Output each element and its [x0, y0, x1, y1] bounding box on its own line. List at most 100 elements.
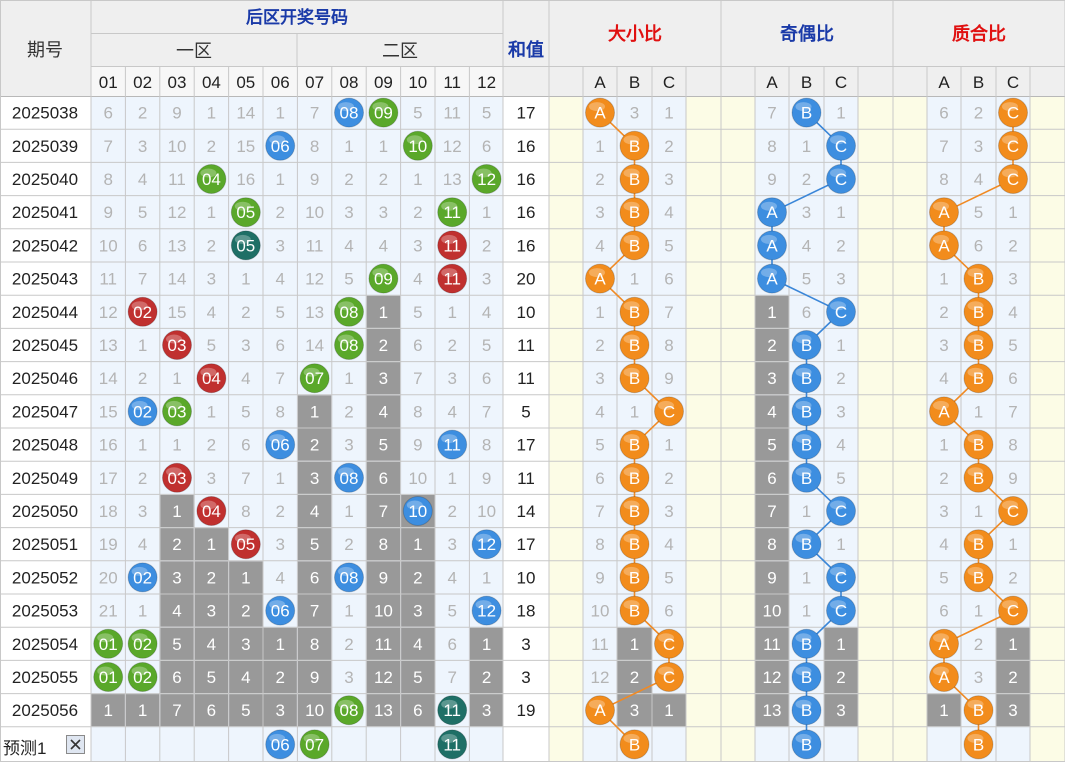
issue-number: 2025053 — [12, 602, 78, 621]
oe-omission-value: 2 — [836, 369, 845, 388]
pc-gray-omission-value: 3 — [1008, 701, 1017, 720]
omission-value: 12 — [443, 137, 462, 156]
gray-omission-value: 5 — [379, 436, 388, 455]
size-omission-value: 1 — [664, 104, 673, 123]
pc-hit-B: B — [973, 336, 984, 355]
oe-omission-value: 1 — [802, 502, 811, 521]
pc-hit-B: B — [973, 469, 984, 488]
close-icon[interactable] — [66, 735, 85, 754]
size-omission-value: 1 — [595, 137, 604, 156]
size-gray-omission-value: 2 — [630, 668, 639, 687]
oe-omission-value: 8 — [767, 137, 776, 156]
size-hit-B: B — [629, 336, 640, 355]
pc-omission-value: 1 — [1008, 535, 1017, 554]
size-hit-B: B — [629, 602, 640, 621]
column-header-03: 03 — [168, 73, 187, 92]
oe-omission-value: 4 — [802, 236, 811, 255]
gray-omission-value: 2 — [207, 568, 216, 587]
drawn-number: 12 — [477, 535, 496, 554]
pc-hit-B: B — [973, 701, 984, 720]
omission-value: 10 — [305, 203, 324, 222]
drawn-number: 03 — [168, 469, 187, 488]
drawn-number: 04 — [202, 502, 221, 521]
omission-value: 13 — [99, 336, 118, 355]
sum-value: 3 — [521, 635, 530, 654]
size-omission-value: 5 — [595, 436, 604, 455]
omission-value: 3 — [275, 236, 284, 255]
gray-omission-value: 1 — [379, 303, 388, 322]
size-omission-value: 2 — [664, 469, 673, 488]
sum-value: 16 — [517, 137, 536, 156]
sum-value: 3 — [521, 668, 530, 687]
omission-value: 12 — [99, 303, 118, 322]
size-omission-value: 3 — [595, 369, 604, 388]
sum-value: 16 — [517, 203, 536, 222]
omission-value: 3 — [344, 203, 353, 222]
omission-value: 8 — [275, 402, 284, 421]
size-hit-A: A — [594, 270, 606, 289]
size-hit-B: B — [629, 236, 640, 255]
drawn-number: 01 — [99, 635, 118, 654]
oe-gray-omission-value: 6 — [767, 469, 776, 488]
oe-column-header-A: A — [766, 73, 778, 92]
pc-omission-value: 6 — [1008, 369, 1017, 388]
gray-omission-value: 3 — [275, 701, 284, 720]
omission-value: 5 — [482, 336, 491, 355]
omission-value: 17 — [99, 469, 118, 488]
omission-value: 10 — [168, 137, 187, 156]
column-header-06: 06 — [271, 73, 290, 92]
omission-value: 10 — [99, 236, 118, 255]
sum-value: 17 — [517, 535, 536, 554]
omission-value: 4 — [379, 236, 388, 255]
oe-hit-B: B — [801, 336, 812, 355]
gray-omission-value: 2 — [379, 336, 388, 355]
pc-omission-value: 5 — [1008, 336, 1017, 355]
omission-value: 19 — [99, 535, 118, 554]
pc-omission-value: 6 — [939, 104, 948, 123]
omission-value: 2 — [138, 104, 147, 123]
issue-number: 2025039 — [12, 137, 78, 156]
size-hit-C: C — [663, 402, 675, 421]
omission-value: 3 — [447, 369, 456, 388]
omission-value: 20 — [99, 568, 118, 587]
gray-omission-value: 11 — [375, 635, 393, 654]
oe-hit-A: A — [766, 236, 778, 255]
pc-omission-value: 1 — [1008, 203, 1017, 222]
pc-omission-value: 2 — [974, 635, 983, 654]
size-hit-B: B — [629, 568, 640, 587]
pc-hit-B: B — [973, 535, 984, 554]
pc-omission-value: 4 — [939, 535, 948, 554]
oe-gray-omission-value: 7 — [767, 502, 776, 521]
omission-value: 1 — [172, 369, 181, 388]
omission-value: 8 — [103, 170, 112, 189]
oe-hit-B: B — [801, 735, 812, 754]
issue-number: 2025049 — [12, 469, 78, 488]
pc-hit-B: B — [973, 436, 984, 455]
pc-gray-omission-value: 2 — [1008, 668, 1017, 687]
omission-value: 8 — [482, 436, 491, 455]
gray-omission-value: 13 — [374, 701, 393, 720]
gray-omission-value: 7 — [172, 701, 181, 720]
issue-number: 2025044 — [12, 303, 78, 322]
pc-hit-C: C — [1007, 104, 1019, 123]
drawn-number: 08 — [340, 303, 359, 322]
omission-value: 1 — [275, 469, 284, 488]
drawn-number: 03 — [168, 336, 187, 355]
gray-omission-value: 4 — [413, 635, 422, 654]
omission-value: 2 — [379, 170, 388, 189]
pc-omission-value: 8 — [939, 170, 948, 189]
oe-hit-B: B — [801, 701, 812, 720]
omission-value: 2 — [207, 137, 216, 156]
omission-value: 2 — [447, 502, 456, 521]
omission-value: 4 — [138, 535, 147, 554]
pc-omission-value: 7 — [1008, 402, 1017, 421]
oe-gray-omission-value: 12 — [763, 668, 782, 687]
oe-gray-omission-value: 11 — [763, 635, 781, 654]
pc-omission-value: 2 — [1008, 236, 1017, 255]
omission-value: 16 — [236, 170, 255, 189]
column-header-01: 01 — [99, 73, 118, 92]
omission-value: 2 — [447, 336, 456, 355]
omission-value: 1 — [344, 602, 353, 621]
size-omission-value: 4 — [595, 236, 604, 255]
size-omission-value: 4 — [664, 203, 673, 222]
